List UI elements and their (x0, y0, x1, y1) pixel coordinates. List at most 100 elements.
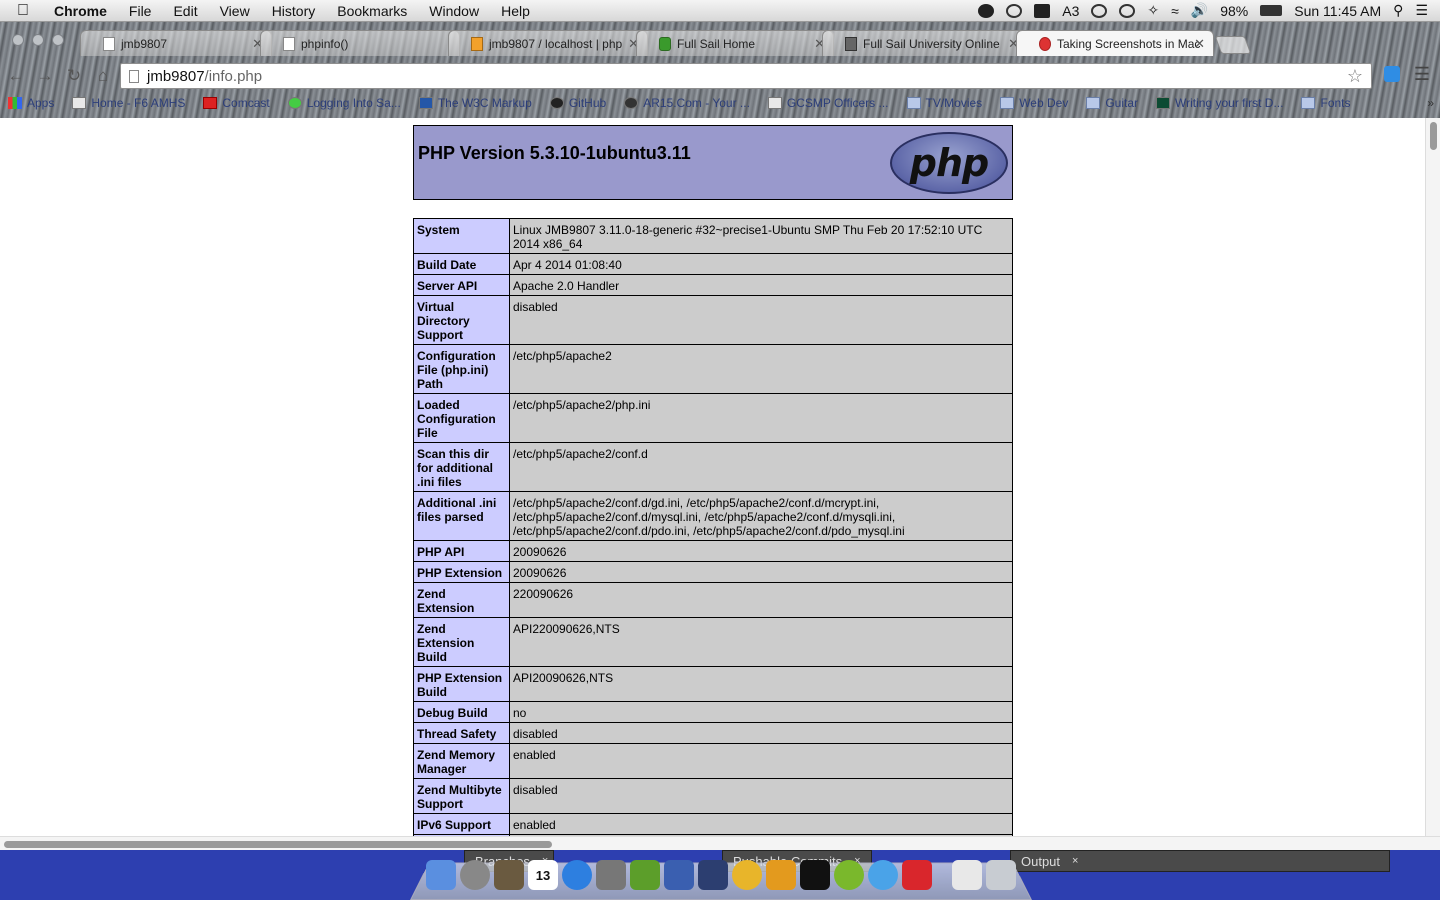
bookmark-folder-fonts[interactable]: Fonts (1301, 96, 1351, 110)
page-info-icon[interactable] (129, 69, 139, 83)
github-icon (549, 97, 564, 109)
trash-icon[interactable] (986, 860, 1016, 890)
bookmark-apps[interactable]: Apps (8, 96, 54, 110)
clock[interactable]: Sun 11:45 AM (1294, 3, 1381, 19)
bookmark-comcast[interactable]: Comcast (203, 96, 270, 110)
tab-taking-screenshots[interactable]: Taking Screenshots in Mac ✕ (1016, 30, 1214, 56)
row-value: disabled (509, 722, 1013, 744)
bluetooth-icon[interactable]: ✧ (1147, 2, 1159, 19)
zoom-window-button[interactable] (52, 34, 64, 46)
background-window-output[interactable]: Output × (1010, 850, 1390, 872)
menu-window[interactable]: Window (418, 3, 490, 19)
php-logo[interactable]: php (890, 132, 1008, 194)
messages-icon[interactable] (868, 860, 898, 890)
row-label: Configuration File (php.ini) Path (413, 344, 510, 394)
menu-app-chrome[interactable]: Chrome (46, 3, 118, 19)
folder-icon (1086, 97, 1101, 109)
bookmarks-overflow-icon[interactable]: » (1427, 96, 1434, 110)
alien-icon[interactable] (978, 3, 995, 18)
horizontal-scroll-thumb[interactable] (4, 841, 552, 848)
menu-help[interactable]: Help (490, 3, 541, 19)
creative-cloud-icon[interactable] (1006, 3, 1023, 18)
menu-view[interactable]: View (209, 3, 261, 19)
table-row: Virtual Directory Support disabled (413, 295, 1013, 345)
row-label: Loaded Configuration File (413, 393, 510, 443)
bookmark-folder-web-dev[interactable]: Web Dev (1000, 96, 1068, 110)
brackets-icon[interactable] (834, 860, 864, 890)
tab-full-sail-home[interactable]: Full Sail Home ✕ (636, 30, 834, 56)
reeder-icon[interactable] (766, 860, 796, 890)
bookmark-label: The W3C Markup (437, 96, 532, 110)
notification-center-icon[interactable]: ☰ (1415, 2, 1428, 19)
battery-icon[interactable] (1260, 5, 1283, 16)
photo-icon[interactable] (494, 860, 524, 890)
forward-icon[interactable]: → (32, 66, 58, 86)
table-row: Configuration File (php.ini) Path/etc/ph… (413, 344, 1013, 394)
calendar-icon[interactable]: 13 (528, 860, 558, 890)
back-icon[interactable]: ← (3, 66, 29, 86)
finder-icon[interactable] (426, 860, 456, 890)
bookmark-django[interactable]: Writing your first D... (1156, 96, 1283, 110)
dock-separator (936, 860, 948, 890)
menu-file[interactable]: File (118, 3, 163, 19)
address-bar[interactable]: jmb9807/info.php ☆ (120, 63, 1372, 89)
bookmark-label: TV/Movies (925, 96, 983, 110)
bookmark-ar15[interactable]: AR15.Com - Your ... (624, 96, 750, 110)
document-icon[interactable] (952, 860, 982, 890)
app-store-icon[interactable] (562, 860, 592, 890)
messages-status-icon[interactable] (1091, 3, 1108, 18)
new-tab-button[interactable] (1214, 36, 1252, 54)
battery-percent[interactable]: 98% (1220, 3, 1248, 19)
extension-icon[interactable] (1384, 66, 1400, 82)
vertical-scrollbar[interactable] (1425, 118, 1440, 836)
chrome-icon[interactable] (732, 860, 762, 890)
close-icon[interactable]: × (1072, 855, 1078, 867)
terminal-icon[interactable] (800, 860, 830, 890)
tab-jmb9807[interactable]: jmb9807 ✕ (80, 30, 272, 56)
bookmark-gcsmp[interactable]: GCSMP Officers ... (767, 96, 889, 110)
close-window-button[interactable] (12, 34, 24, 46)
row-value: API220090626,NTS (509, 617, 1013, 667)
tab-close-icon[interactable]: ✕ (1194, 36, 1205, 52)
menu-history[interactable]: History (261, 3, 327, 19)
tab-full-sail-online[interactable]: Full Sail University Online ✕ (822, 30, 1028, 56)
minimize-window-button[interactable] (32, 34, 44, 46)
google-drive-icon[interactable] (1034, 3, 1051, 18)
xcode-icon[interactable] (698, 860, 728, 890)
menu-bookmarks[interactable]: Bookmarks (326, 3, 418, 19)
phpstorm-icon[interactable] (664, 860, 694, 890)
red-icon (1039, 36, 1051, 51)
coda-icon[interactable] (630, 860, 660, 890)
horizontal-scrollbar[interactable] (0, 836, 1440, 850)
bookmark-folder-tv-movies[interactable]: TV/Movies (906, 96, 983, 110)
row-value: /etc/php5/apache2/php.ini (509, 393, 1013, 443)
tab-title: Full Sail Home (677, 36, 756, 51)
time-machine-icon[interactable] (1119, 3, 1136, 18)
bookmark-home-f6[interactable]: Home - F6 AMHS (72, 96, 185, 110)
apple-menu-icon[interactable]:  (0, 2, 46, 20)
wifi-icon[interactable]: ≈ (1171, 3, 1179, 19)
row-value: disabled (509, 295, 1013, 345)
phpinfo-table: System Linux JMB9807 3.11.0-18-generic #3… (413, 218, 1013, 836)
tab-phpmyadmin[interactable]: jmb9807 / localhost | php ✕ (448, 30, 648, 56)
adobe-updates-icon[interactable]: A3 (1062, 3, 1079, 19)
home-icon[interactable]: ⌂ (90, 66, 116, 86)
bookmark-folder-guitar[interactable]: Guitar (1086, 96, 1138, 110)
tab-title: phpinfo() (301, 36, 349, 51)
app-icon[interactable] (902, 860, 932, 890)
bookmark-w3c[interactable]: The W3C Markup (418, 96, 532, 110)
spotlight-search-icon[interactable]: ⚲ (1393, 2, 1403, 19)
table-row: Zend Extension 220090626 (413, 582, 1013, 618)
volume-icon[interactable]: 🔊 (1191, 2, 1208, 19)
reload-icon[interactable]: ↻ (61, 66, 87, 86)
bookmark-github[interactable]: GitHub (549, 96, 606, 110)
launchpad-icon[interactable] (460, 860, 490, 890)
bookmark-label: Logging Into Sa... (306, 96, 401, 110)
chrome-menu-icon[interactable]: ☰ (1414, 64, 1430, 85)
menu-edit[interactable]: Edit (162, 3, 208, 19)
system-preferences-icon[interactable] (596, 860, 626, 890)
bookmark-logging-into[interactable]: Logging Into Sa... (287, 96, 401, 110)
tab-phpinfo[interactable]: phpinfo() (260, 30, 460, 56)
vertical-scroll-thumb[interactable] (1430, 122, 1437, 150)
bookmark-star-icon[interactable]: ☆ (1347, 66, 1363, 87)
